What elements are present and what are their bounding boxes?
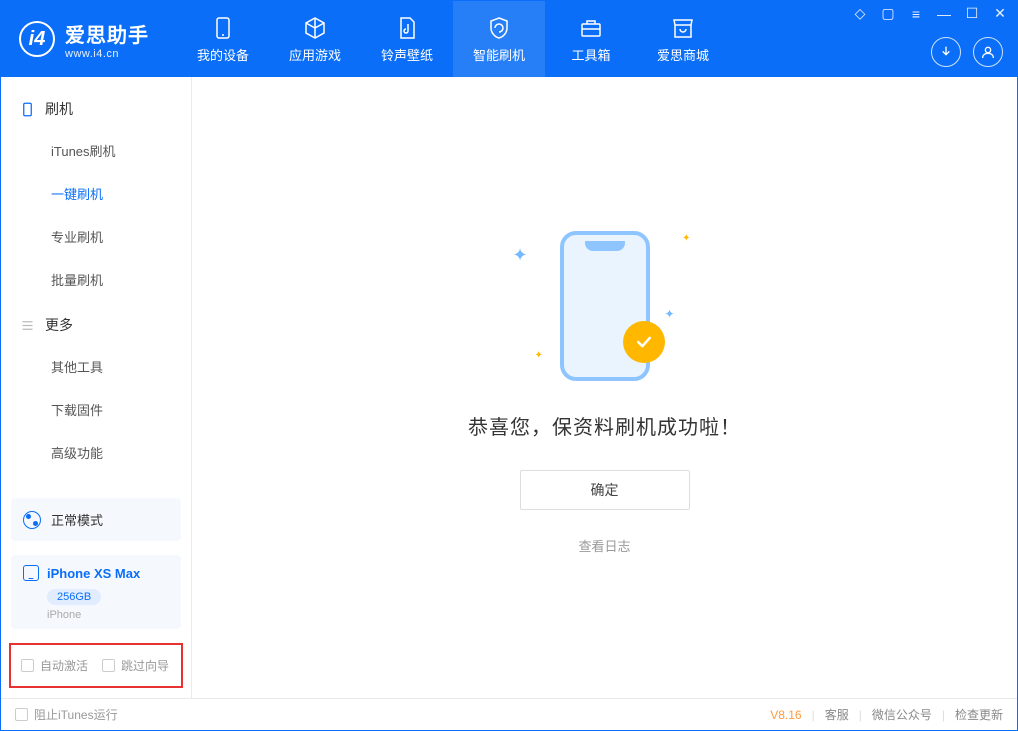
music-file-icon — [394, 15, 420, 41]
close-button[interactable]: ✕ — [991, 5, 1009, 22]
nav-tab-flash[interactable]: 智能刷机 — [453, 1, 545, 77]
maximize-button[interactable]: ☐ — [963, 5, 981, 22]
download-button[interactable] — [931, 37, 961, 67]
nav-tab-toolbox[interactable]: 工具箱 — [545, 1, 637, 77]
footer: 阻止iTunes运行 V8.16 | 客服 | 微信公众号 | 检查更新 — [1, 698, 1017, 730]
nav-tab-store[interactable]: 爱思商城 — [637, 1, 729, 77]
separator: | — [942, 708, 945, 722]
checkbox-icon — [102, 659, 115, 672]
checkbox-icon — [15, 708, 28, 721]
nav-tab-mydevice[interactable]: 我的设备 — [177, 1, 269, 77]
device-phone-icon — [23, 565, 39, 581]
sparkle-icon: ✦ — [682, 233, 690, 244]
checkbox-auto-activate[interactable]: 自动激活 — [21, 657, 88, 674]
nav-label: 智能刷机 — [473, 45, 525, 64]
success-illustration: ✦ ✦ ✦ ✦ — [505, 221, 705, 391]
sidebar-item-advanced[interactable]: 高级功能 — [1, 431, 191, 474]
sparkle-icon: ✦ — [513, 245, 528, 266]
store-icon — [670, 15, 696, 41]
window-controls: ◇ ▢ ≡ — ☐ ✕ — [851, 5, 1009, 22]
shield-refresh-icon — [486, 15, 512, 41]
mode-icon — [23, 511, 41, 529]
nav-label: 铃声壁纸 — [381, 45, 433, 64]
app-title: 爱思助手 — [65, 19, 149, 48]
phone-small-icon — [19, 101, 35, 117]
checkmark-badge-icon — [623, 321, 665, 363]
list-icon — [19, 317, 35, 333]
sidebar-options-highlight: 自动激活 跳过向导 — [9, 643, 183, 688]
sparkle-icon: ✦ — [535, 350, 543, 361]
device-card[interactable]: iPhone XS Max 256GB iPhone — [11, 555, 181, 629]
nav-label: 爱思商城 — [657, 45, 709, 64]
sidebar-item-pro-flash[interactable]: 专业刷机 — [1, 215, 191, 258]
phone-icon — [210, 15, 236, 41]
group-title: 刷机 — [45, 99, 73, 119]
user-button[interactable] — [973, 37, 1003, 67]
device-name: iPhone XS Max — [47, 566, 140, 581]
checkbox-label: 阻止iTunes运行 — [34, 706, 118, 723]
device-type: iPhone — [47, 609, 169, 621]
app-window: i4 爱思助手 www.i4.cn 我的设备 应用游戏 铃声壁纸 智能刷机 — [0, 0, 1018, 731]
logo-text: 爱思助手 www.i4.cn — [65, 19, 149, 60]
nav-tab-ringtone[interactable]: 铃声壁纸 — [361, 1, 453, 77]
sidebar-item-other-tools[interactable]: 其他工具 — [1, 345, 191, 388]
checkbox-icon — [21, 659, 34, 672]
sidebar-group-flash: 刷机 — [1, 85, 191, 129]
main-content: ✦ ✦ ✦ ✦ 恭喜您，保资料刷机成功啦！ 确定 查看日志 — [192, 77, 1017, 698]
sidebar-scroll[interactable]: 刷机 iTunes刷机 一键刷机 专业刷机 批量刷机 更多 其他工具 下载固件 … — [1, 77, 191, 498]
sidebar-group-more: 更多 — [1, 301, 191, 345]
menu-icon[interactable]: ≡ — [907, 6, 925, 22]
footer-link-support[interactable]: 客服 — [825, 706, 849, 723]
logo-area: i4 爱思助手 www.i4.cn — [1, 1, 167, 77]
checkbox-block-itunes[interactable]: 阻止iTunes运行 — [15, 706, 118, 723]
sparkle-icon: ✦ — [664, 307, 674, 321]
checkbox-label: 跳过向导 — [121, 657, 169, 674]
body: 刷机 iTunes刷机 一键刷机 专业刷机 批量刷机 更多 其他工具 下载固件 … — [1, 77, 1017, 698]
app-subtitle: www.i4.cn — [65, 48, 149, 60]
minimize-button[interactable]: — — [935, 6, 953, 22]
checkbox-skip-guide[interactable]: 跳过向导 — [102, 657, 169, 674]
toolbox-icon — [578, 15, 604, 41]
cube-icon — [302, 15, 328, 41]
mode-label: 正常模式 — [51, 510, 103, 529]
separator: | — [812, 708, 815, 722]
confirm-button[interactable]: 确定 — [520, 470, 690, 510]
view-log-link[interactable]: 查看日志 — [578, 536, 630, 555]
device-name-row: iPhone XS Max — [23, 565, 169, 581]
feedback-icon[interactable]: ▢ — [879, 5, 897, 22]
mode-block[interactable]: 正常模式 — [11, 498, 181, 541]
nav-label: 工具箱 — [571, 45, 610, 64]
nav-label: 应用游戏 — [289, 45, 341, 64]
header-actions — [931, 37, 1003, 67]
storage-badge: 256GB — [47, 589, 101, 605]
logo-icon: i4 — [19, 21, 55, 57]
separator: | — [859, 708, 862, 722]
footer-link-wechat[interactable]: 微信公众号 — [872, 706, 932, 723]
header: i4 爱思助手 www.i4.cn 我的设备 应用游戏 铃声壁纸 智能刷机 — [1, 1, 1017, 77]
footer-link-update[interactable]: 检查更新 — [955, 706, 1003, 723]
sidebar-item-download-firmware[interactable]: 下载固件 — [1, 388, 191, 431]
nav-tab-apps[interactable]: 应用游戏 — [269, 1, 361, 77]
sidebar-item-batch-flash[interactable]: 批量刷机 — [1, 258, 191, 301]
sidebar-item-itunes-flash[interactable]: iTunes刷机 — [1, 129, 191, 172]
checkbox-label: 自动激活 — [40, 657, 88, 674]
nav-tabs: 我的设备 应用游戏 铃声壁纸 智能刷机 工具箱 爱思商城 — [177, 1, 729, 77]
nav-label: 我的设备 — [197, 45, 249, 64]
footer-right: V8.16 | 客服 | 微信公众号 | 检查更新 — [770, 706, 1003, 723]
version-label: V8.16 — [770, 708, 801, 722]
sidebar: 刷机 iTunes刷机 一键刷机 专业刷机 批量刷机 更多 其他工具 下载固件 … — [1, 77, 192, 698]
skin-icon[interactable]: ◇ — [851, 5, 869, 22]
sidebar-item-oneclick-flash[interactable]: 一键刷机 — [1, 172, 191, 215]
group-title: 更多 — [45, 315, 73, 335]
success-title: 恭喜您，保资料刷机成功啦！ — [468, 411, 741, 440]
